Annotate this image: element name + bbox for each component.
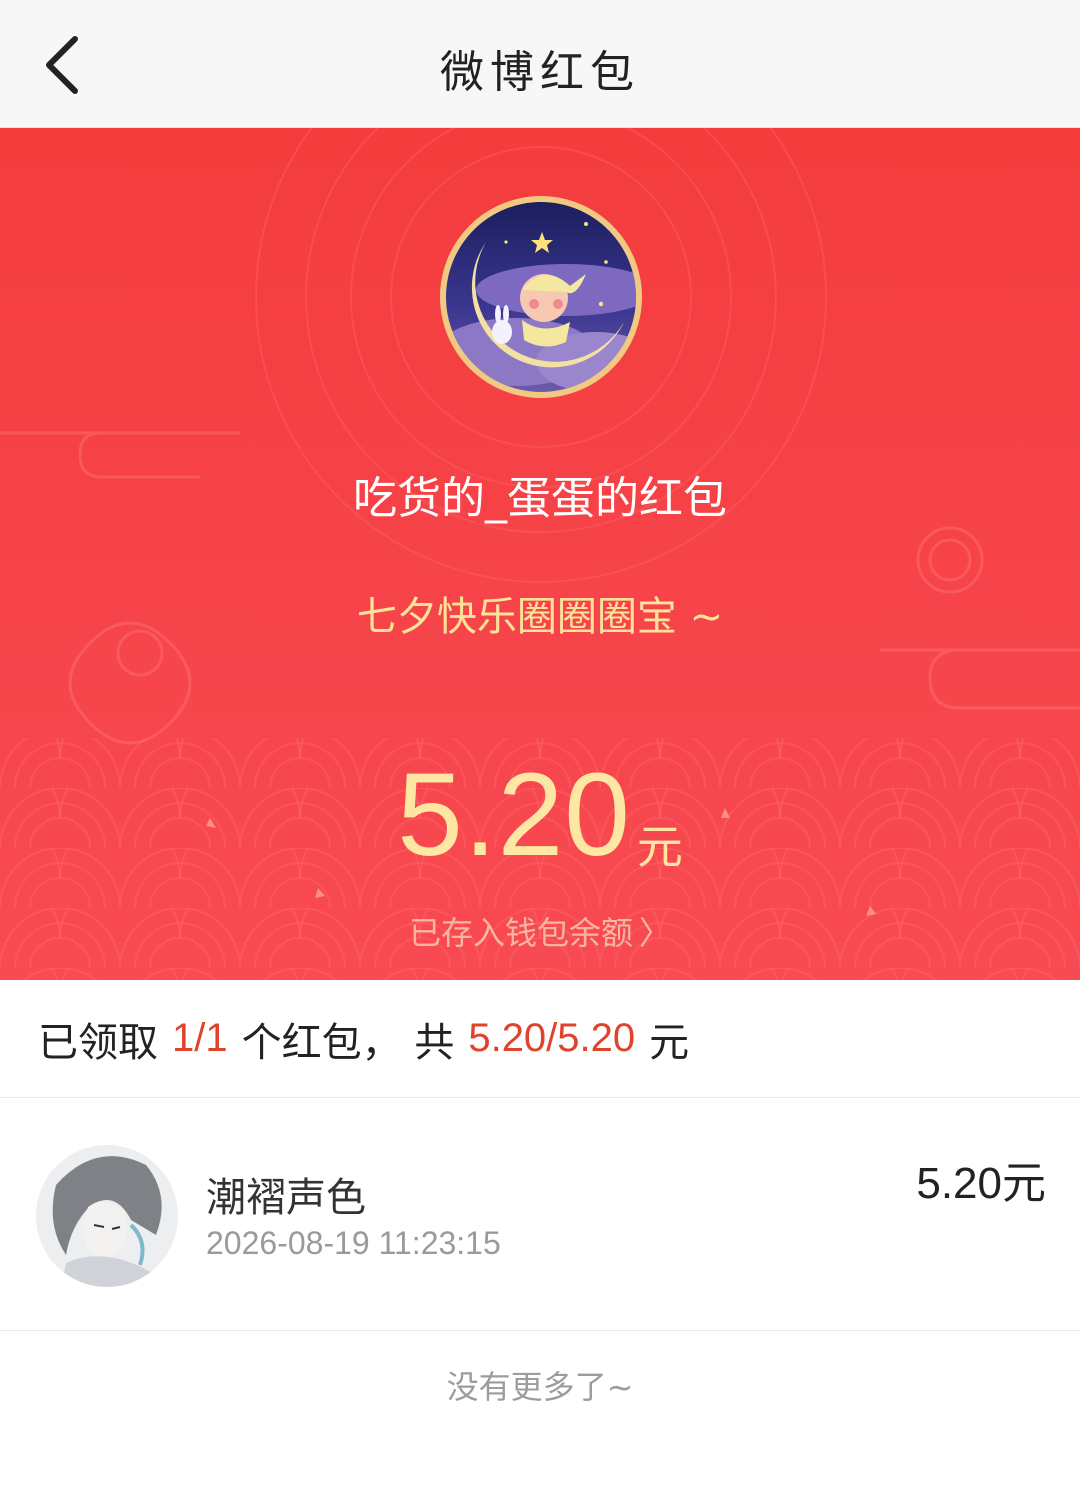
sketch-portrait-image [36, 1145, 178, 1287]
no-more-hint: 没有更多了~ [446, 1368, 634, 1406]
summary-prefix: 已领取 [38, 1019, 158, 1066]
claim-total: 5.20/5.20 [468, 1016, 636, 1060]
page-title: 微博红包 [440, 47, 640, 98]
claim-summary: 已领取 1/1 个红包， 共 5.20/5.20 元 [0, 980, 1080, 1098]
receive-time: 2026-08-19 11:23:15 [206, 1225, 501, 1261]
received-amount: 5.20 元 [0, 756, 1080, 874]
sender-avatar[interactable] [440, 196, 642, 398]
amount-unit: 元 [636, 820, 683, 874]
amount-value: 5.20 [397, 749, 631, 881]
receiver-row[interactable]: 潮褶声色 2026-08-19 11:23:15 5.20元 [0, 1099, 1080, 1331]
wallet-balance-link[interactable]: 已存入钱包余额〉 [0, 908, 1080, 954]
greeting-message: 七夕快乐圈圈圈宝 ~ [356, 594, 724, 640]
red-envelope-header: 吃货的_蛋蛋的红包 七夕快乐圈圈圈宝 ~ 5.20 元 已存入钱包余额〉 [0, 128, 1080, 980]
claim-count: 1/1 [172, 1016, 228, 1060]
sender-title: 吃货的_蛋蛋的红包 [353, 473, 727, 524]
receiver-amount: 5.20元 [916, 1147, 1046, 1211]
moon-baby-illustration [446, 202, 636, 392]
summary-middle: 个红包， 共 [241, 1019, 455, 1066]
receiver-name: 潮褶声色 [206, 1175, 366, 1221]
receiver-avatar[interactable] [36, 1145, 178, 1287]
receiver-amount-value: 5.20 [916, 1159, 1002, 1208]
chevron-right-icon: 〉 [639, 914, 672, 952]
wallet-link-label: 已存入钱包余额 [408, 914, 633, 952]
summary-suffix: 元 [649, 1019, 690, 1066]
receiver-amount-unit: 元 [1002, 1158, 1046, 1209]
top-navbar: 微博红包 [0, 0, 1080, 128]
